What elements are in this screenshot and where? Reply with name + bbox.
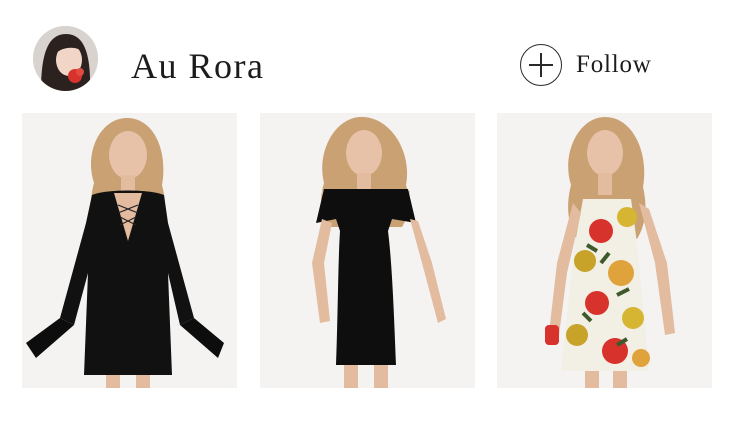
product-card-3[interactable] [497, 113, 712, 388]
avatar-photo [33, 26, 98, 91]
product-card-1[interactable] [22, 113, 237, 388]
floral-print-dress-photo [497, 113, 712, 388]
product-card-2[interactable] [260, 113, 475, 388]
username[interactable]: Au Rora [131, 44, 264, 88]
follow-label: Follow [576, 51, 652, 78]
black-bardot-dress-photo [260, 113, 475, 388]
profile-header: Au Rora Follow [0, 0, 750, 112]
black-bell-sleeve-dress-photo [22, 113, 237, 388]
plus-circle-icon [520, 44, 562, 86]
follow-button[interactable]: Follow [520, 44, 652, 86]
avatar[interactable] [33, 26, 98, 91]
